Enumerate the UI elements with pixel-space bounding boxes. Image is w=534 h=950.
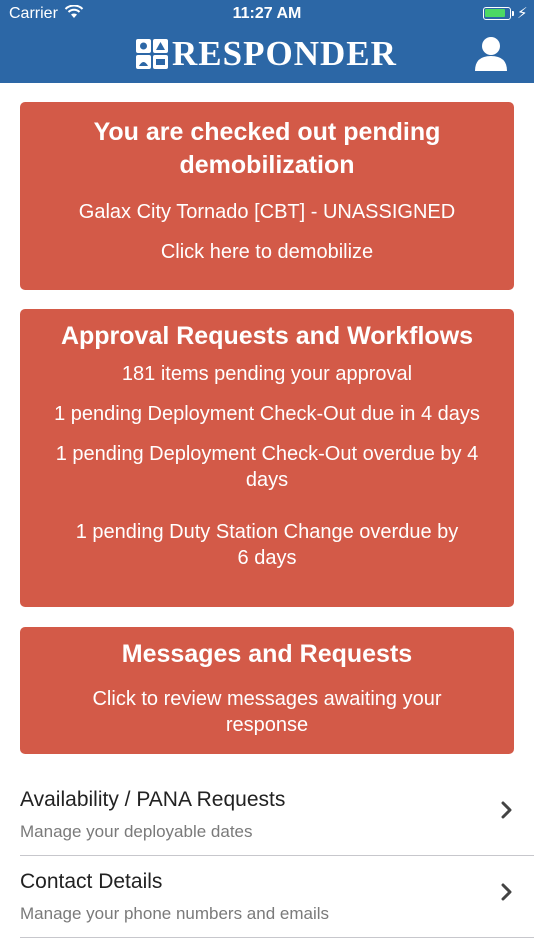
approval-item[interactable]: 1 pending Deployment Check-Out due in 4 …: [20, 401, 514, 427]
approval-item[interactable]: 1 pending Duty Station Change overdue by…: [20, 519, 514, 571]
checkout-title: You are checked out pending demobilizati…: [93, 118, 441, 179]
chevron-right-icon: [501, 883, 512, 901]
menu-item-subtitle: Manage your deployable dates: [20, 822, 253, 841]
responder-emblem-icon: [136, 39, 168, 69]
approvals-card[interactable]: Approval Requests and Workflows 181 item…: [20, 309, 514, 607]
approval-item[interactable]: 181 items pending your approval: [20, 361, 514, 387]
menu-item-title: Contact Details: [20, 870, 163, 893]
app-logo: RESPONDER: [0, 34, 534, 74]
app-header: Carrier 11:27 AM ⚡︎ RESPONDER: [0, 0, 534, 83]
battery-tip: [512, 11, 514, 16]
status-bar: Carrier 11:27 AM ⚡︎: [0, 0, 534, 28]
charging-icon: ⚡︎: [517, 5, 528, 22]
battery-icon: [483, 7, 511, 20]
menu-item-contact-details[interactable]: Contact Details Manage your phone number…: [20, 856, 534, 938]
review-messages-link[interactable]: Click to review messages awaiting your r…: [20, 686, 514, 738]
clock: 11:27 AM: [232, 5, 302, 22]
approval-item[interactable]: 1 pending Deployment Check-Out overdue b…: [20, 441, 514, 493]
chevron-right-icon: [501, 801, 512, 819]
incident-name: Galax City Tornado [CBT] - UNASSIGNED: [78, 201, 456, 223]
menu-item-availability[interactable]: Availability / PANA Requests Manage your…: [20, 774, 534, 856]
demobilize-link[interactable]: Click here to demobilize: [20, 239, 514, 265]
battery-level: [485, 9, 505, 17]
checkout-status-card[interactable]: You are checked out pending demobilizati…: [20, 102, 514, 290]
messages-card[interactable]: Messages and Requests Click to review me…: [20, 627, 514, 754]
user-profile-icon[interactable]: [474, 36, 508, 72]
menu-item-subtitle: Manage your phone numbers and emails: [20, 904, 330, 923]
messages-title: Messages and Requests: [121, 640, 413, 668]
app-title: RESPONDER: [172, 34, 397, 73]
approvals-title: Approval Requests and Workflows: [60, 322, 474, 350]
menu-item-title: Availability / PANA Requests: [20, 788, 286, 811]
